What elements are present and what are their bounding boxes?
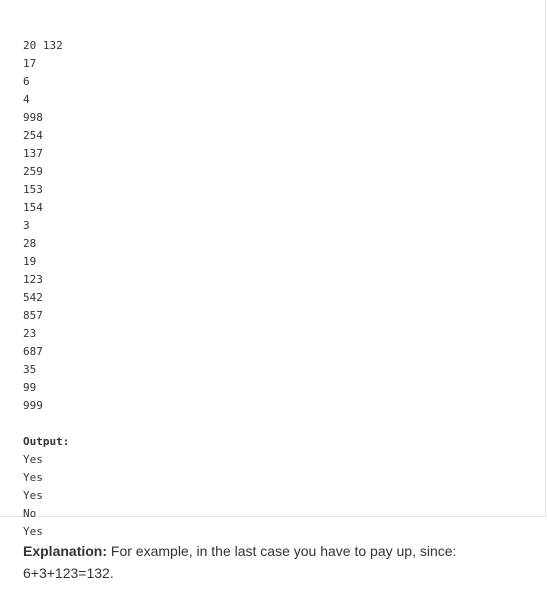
input-line: 137 bbox=[23, 147, 43, 160]
input-line: 123 bbox=[23, 273, 43, 286]
input-line: 23 bbox=[23, 327, 37, 340]
input-line: 3 bbox=[23, 219, 30, 232]
input-line: 20 132 bbox=[23, 39, 63, 52]
input-line: 998 bbox=[23, 111, 43, 124]
output-lines: Yes Yes Yes No Yes bbox=[23, 451, 69, 541]
input-lines: 20 132 17 6 4 998 254 137 259 153 154 3 28 19 123 542 8… bbox=[23, 21, 69, 415]
input-line: 99 bbox=[23, 381, 37, 394]
input-line: 35 bbox=[23, 363, 37, 376]
input-line: 542 bbox=[23, 291, 43, 304]
output-label: Output: bbox=[23, 435, 70, 448]
input-line: 999 bbox=[23, 399, 43, 412]
explanation-label: Explanation: bbox=[23, 543, 108, 559]
output-line: Yes bbox=[23, 453, 43, 466]
output-line: Yes bbox=[23, 471, 43, 484]
input-line: 153 bbox=[23, 183, 43, 196]
input-line: 857 bbox=[23, 309, 43, 322]
output-line: Yes bbox=[23, 489, 43, 502]
input-line: 687 bbox=[23, 345, 43, 358]
code-content: 20 132 17 6 4 998 254 137 259 153 154 3 28 19 123 542 8… bbox=[23, 1, 69, 541]
input-line: 259 bbox=[23, 165, 43, 178]
input-line: 254 bbox=[23, 129, 43, 142]
input-line: 6 bbox=[23, 75, 30, 88]
explanation-paragraph: Explanation: For example, in the last ca… bbox=[23, 540, 523, 584]
output-line: No bbox=[23, 507, 37, 520]
input-line: 28 bbox=[23, 237, 37, 250]
input-line: 4 bbox=[23, 93, 30, 106]
output-line: Yes bbox=[23, 525, 43, 538]
sample-code-block: 20 132 17 6 4 998 254 137 259 153 154 3 28 19 123 542 8… bbox=[0, 0, 546, 538]
input-line: 17 bbox=[23, 57, 37, 70]
input-line: 19 bbox=[23, 255, 37, 268]
input-line: 154 bbox=[23, 201, 43, 214]
